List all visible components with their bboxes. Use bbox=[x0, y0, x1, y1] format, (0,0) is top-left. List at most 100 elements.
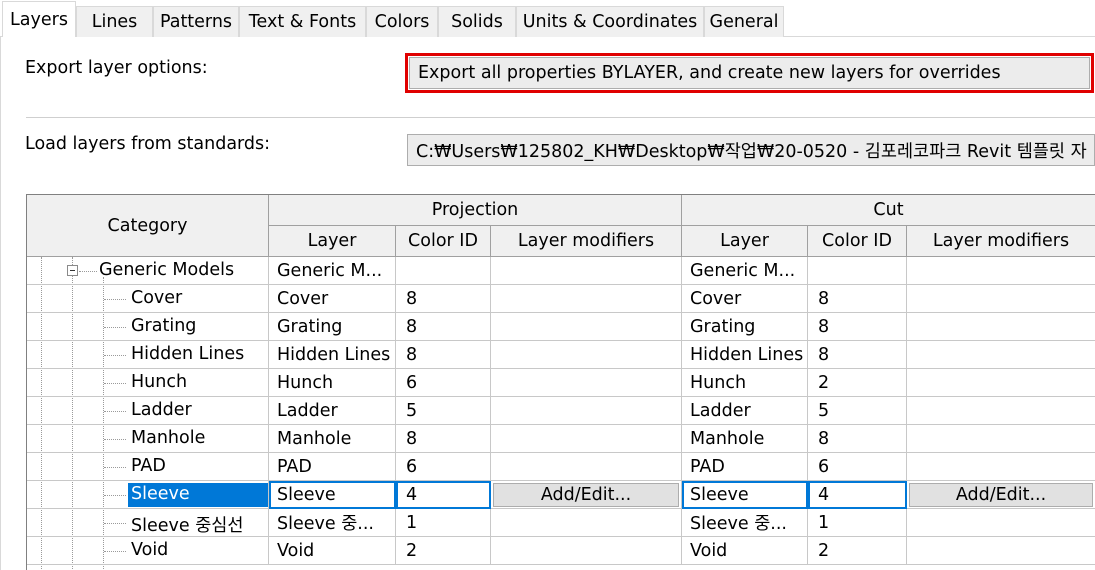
proj-layer-input[interactable]: Sleeve bbox=[269, 481, 396, 509]
proj-layer-cell[interactable]: Void bbox=[269, 537, 396, 565]
table-row[interactable]: Hunch bbox=[27, 369, 269, 397]
header-cut-layer-modifiers[interactable]: Layer modifiers bbox=[907, 226, 1095, 257]
header-proj-color-id[interactable]: Color ID bbox=[396, 226, 491, 257]
proj-color-cell[interactable]: 8 bbox=[396, 341, 491, 369]
cut-color-cell[interactable]: 8 bbox=[808, 425, 907, 453]
cut-layer-input[interactable]: Sleeve bbox=[682, 481, 808, 509]
tab-patterns[interactable]: Patterns bbox=[153, 6, 239, 37]
proj-layer-cell[interactable]: Hunch bbox=[269, 369, 396, 397]
proj-color-cell[interactable]: 8 bbox=[396, 425, 491, 453]
table-row[interactable]: Grating bbox=[27, 313, 269, 341]
header-proj-layer-modifiers[interactable]: Layer modifiers bbox=[491, 226, 682, 257]
proj-modifiers-cell[interactable] bbox=[491, 257, 682, 285]
table-row[interactable]: Cover bbox=[27, 285, 269, 313]
proj-layer-cell[interactable]: Grating bbox=[269, 313, 396, 341]
cut-layer-cell[interactable]: Cover bbox=[682, 285, 808, 313]
proj-add-edit-button[interactable]: Add/Edit... bbox=[493, 483, 679, 507]
proj-color-cell[interactable]: 5 bbox=[396, 397, 491, 425]
proj-layer-cell[interactable]: PAD bbox=[269, 453, 396, 481]
cut-color-cell[interactable]: 8 bbox=[808, 285, 907, 313]
tab-text-fonts[interactable]: Text & Fonts bbox=[239, 6, 366, 37]
cut-modifiers-cell[interactable] bbox=[907, 313, 1095, 341]
tree-branch bbox=[104, 495, 126, 496]
proj-layer-cell[interactable]: Sleeve 중... bbox=[269, 509, 396, 537]
cut-modifiers-cell[interactable] bbox=[907, 285, 1095, 313]
table-row[interactable]: Void bbox=[27, 537, 269, 565]
proj-modifiers-cell[interactable] bbox=[491, 509, 682, 537]
proj-color-cell[interactable]: 8 bbox=[396, 285, 491, 313]
proj-color-cell[interactable]: 8 bbox=[396, 313, 491, 341]
cut-color-cell[interactable]: 8 bbox=[808, 341, 907, 369]
proj-layer-cell[interactable]: Ladder bbox=[269, 397, 396, 425]
proj-modifiers-cell[interactable] bbox=[491, 285, 682, 313]
cut-modifiers-cell[interactable] bbox=[907, 397, 1095, 425]
cut-layer-cell[interactable]: Hunch bbox=[682, 369, 808, 397]
cut-color-cell[interactable]: 8 bbox=[808, 313, 907, 341]
proj-color-cell[interactable]: 6 bbox=[396, 369, 491, 397]
cut-add-edit-button[interactable]: Add/Edit... bbox=[909, 483, 1093, 507]
cut-modifiers-cell[interactable] bbox=[907, 453, 1095, 481]
proj-modifiers-cell[interactable] bbox=[491, 537, 682, 565]
category-label: Sleeve 중심선 bbox=[131, 516, 244, 536]
proj-modifiers-cell[interactable] bbox=[491, 453, 682, 481]
cut-color-input[interactable]: 4 bbox=[808, 481, 907, 509]
tab-bar: Layers Lines Patterns Text & Fonts Color… bbox=[0, 0, 1095, 37]
tab-units-coordinates[interactable]: Units & Coordinates bbox=[516, 6, 704, 37]
header-category[interactable]: Category bbox=[27, 195, 269, 257]
proj-color-cell[interactable]: 1 bbox=[396, 509, 491, 537]
proj-layer-cell[interactable]: Manhole bbox=[269, 425, 396, 453]
proj-color-cell[interactable]: 6 bbox=[396, 453, 491, 481]
load-layers-dropdown[interactable]: C:₩Users₩125802_KH₩Desktop₩작업₩20-0520 - … bbox=[407, 134, 1095, 166]
cut-modifiers-cell[interactable] bbox=[907, 425, 1095, 453]
table-row[interactable]: Sleeve 중심선 bbox=[27, 509, 269, 537]
proj-layer-cell[interactable]: Hidden Lines bbox=[269, 341, 396, 369]
proj-modifiers-cell[interactable] bbox=[491, 369, 682, 397]
tab-lines[interactable]: Lines bbox=[76, 6, 153, 37]
cut-modifiers-cell[interactable] bbox=[907, 537, 1095, 565]
cut-color-cell[interactable]: 2 bbox=[808, 537, 907, 565]
tab-layers[interactable]: Layers bbox=[2, 1, 76, 37]
cut-modifiers-cell[interactable] bbox=[907, 257, 1095, 285]
cut-layer-cell[interactable]: Ladder bbox=[682, 397, 808, 425]
cut-modifiers-cell[interactable] bbox=[907, 509, 1095, 537]
tab-general[interactable]: General bbox=[704, 6, 784, 37]
collapse-icon[interactable] bbox=[67, 265, 78, 276]
header-proj-layer[interactable]: Layer bbox=[269, 226, 396, 257]
header-projection: Projection bbox=[269, 195, 682, 226]
cut-color-cell[interactable]: 2 bbox=[808, 369, 907, 397]
table-row[interactable]: Generic Models bbox=[27, 257, 269, 285]
table-row[interactable]: Manhole bbox=[27, 425, 269, 453]
cut-modifiers-cell[interactable] bbox=[907, 369, 1095, 397]
proj-modifiers-cell[interactable] bbox=[491, 313, 682, 341]
cut-modifiers-cell[interactable] bbox=[907, 341, 1095, 369]
table-row[interactable]: PAD bbox=[27, 453, 269, 481]
header-cut-layer[interactable]: Layer bbox=[682, 226, 808, 257]
table-row[interactable]: Ladder bbox=[27, 397, 269, 425]
tab-colors[interactable]: Colors bbox=[366, 6, 438, 37]
proj-layer-cell[interactable]: Cover bbox=[269, 285, 396, 313]
header-cut-color-id[interactable]: Color ID bbox=[808, 226, 907, 257]
proj-color-input[interactable]: 4 bbox=[396, 481, 491, 509]
proj-modifiers-cell[interactable] bbox=[491, 397, 682, 425]
cut-layer-cell[interactable]: Sleeve 중... bbox=[682, 509, 808, 537]
cut-layer-cell[interactable]: Grating bbox=[682, 313, 808, 341]
proj-color-cell[interactable] bbox=[396, 257, 491, 285]
proj-modifiers-cell[interactable] bbox=[491, 425, 682, 453]
header-cut: Cut bbox=[682, 195, 1095, 226]
cut-color-cell[interactable]: 1 bbox=[808, 509, 907, 537]
cut-layer-cell[interactable]: Manhole bbox=[682, 425, 808, 453]
cut-color-cell[interactable]: 6 bbox=[808, 453, 907, 481]
proj-layer-cell[interactable]: Generic M... bbox=[269, 257, 396, 285]
table-row-selected[interactable]: Sleeve bbox=[27, 481, 269, 509]
cut-color-cell[interactable]: 5 bbox=[808, 397, 907, 425]
cut-color-cell[interactable] bbox=[808, 257, 907, 285]
proj-modifiers-cell[interactable] bbox=[491, 341, 682, 369]
category-label: Hunch bbox=[131, 372, 188, 392]
table-row[interactable]: Hidden Lines bbox=[27, 341, 269, 369]
cut-layer-cell[interactable]: Hidden Lines bbox=[682, 341, 808, 369]
cut-layer-cell[interactable]: Generic M... bbox=[682, 257, 808, 285]
tab-solids[interactable]: Solids bbox=[438, 6, 516, 37]
cut-layer-cell[interactable]: Void bbox=[682, 537, 808, 565]
cut-layer-cell[interactable]: PAD bbox=[682, 453, 808, 481]
proj-color-cell[interactable]: 2 bbox=[396, 537, 491, 565]
